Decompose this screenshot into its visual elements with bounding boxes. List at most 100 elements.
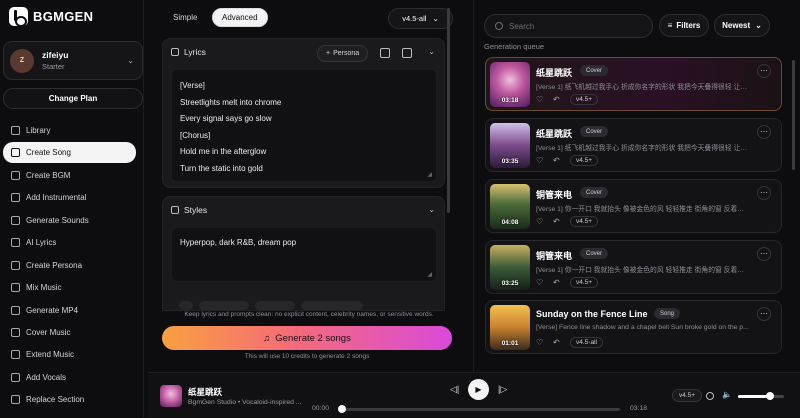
more-options-icon[interactable]: ⋯ [757,247,771,261]
loop-icon[interactable] [706,392,714,400]
model-select[interactable]: v4.5-all ⌄ [388,8,453,29]
song-title[interactable]: Sunday on the Fence Line [536,309,648,319]
time-current: 00:00 [312,405,330,412]
sidebar-item-cover-music[interactable]: Cover Music [3,322,136,343]
previous-track-icon[interactable]: ◁| [450,384,459,395]
composer-scrollbar[interactable] [447,8,450,213]
resize-handle-icon[interactable]: ◢ [427,271,432,278]
sidebar-item-label: Extend Music [26,350,75,360]
heart-icon[interactable]: ♡ [536,156,544,165]
more-options-icon[interactable]: ⋯ [757,186,771,200]
sidebar-item-extend-music[interactable]: Extend Music [3,344,136,365]
sidebar-item-label: Create Persona [26,260,83,270]
player-title[interactable]: 纸星跳跃 [188,386,222,398]
microphone-icon [11,238,20,248]
volume-icon[interactable]: 🔈 [722,390,732,399]
chevron-down-icon[interactable]: ⌄ [428,47,435,56]
share-icon[interactable]: ↶ [553,156,561,165]
sidebar-item-label: Generate Sounds [26,215,89,225]
song-card[interactable]: 03:25 铜管来电 Cover [Verse 1] 你一开口 我就抬头 像被金… [485,240,782,294]
player-subtitle: BgmGen Studio • Vocaloid-inspired ... [188,399,302,406]
music-note-icon [11,283,20,293]
generate-button[interactable]: ♫ Generate 2 songs [162,326,452,350]
song-thumbnail[interactable]: 01:01 [490,305,530,350]
sidebar-item-create-song[interactable]: Create Song [3,142,136,164]
sidebar-item-generate-mp4[interactable]: Generate MP4 [3,300,136,321]
tab-advanced[interactable]: Advanced [212,8,268,27]
song-title[interactable]: 纸星跳跃 [536,66,572,79]
instrument-icon [11,193,20,203]
chevron-down-icon[interactable]: ⌄ [428,205,435,214]
heart-icon[interactable]: ♡ [536,95,544,104]
vocals-icon [11,372,20,382]
version-pill: v4.5-all [570,337,603,348]
sidebar-item-mix-music[interactable]: Mix Music [3,277,136,298]
song-title[interactable]: 纸星跳跃 [536,127,572,140]
sidebar-item-library[interactable]: Library [3,120,136,141]
style-chip[interactable] [179,301,193,310]
filter-icon: ≡ [667,21,673,30]
waveform-icon [11,327,20,337]
change-plan-button[interactable]: Change Plan [3,88,143,109]
disc-icon [11,170,20,180]
song-card[interactable]: 03:35 纸星跳跃 Cover [Verse 1] 纸飞机越过我手心 折成你名… [485,118,782,172]
sidebar-item-label: Cover Music [26,327,71,337]
heart-icon[interactable]: ♡ [536,278,544,287]
filters-button[interactable]: ≡ Filters [659,14,709,37]
progress-knob[interactable] [338,405,346,413]
more-options-icon[interactable]: ⋯ [757,307,771,321]
style-chip[interactable] [301,301,363,310]
sidebar-item-ai-lyrics[interactable]: AI Lyrics [3,232,136,253]
song-card[interactable]: 03:18 纸星跳跃 Cover [Verse 1] 纸飞机越过我手心 折成你名… [485,57,782,111]
more-options-icon[interactable]: ⋯ [757,64,771,78]
share-icon[interactable]: ↶ [553,338,561,347]
heart-icon[interactable]: ♡ [536,217,544,226]
progress-track[interactable] [340,408,620,411]
song-thumbnail[interactable]: 03:25 [490,245,530,290]
player-thumbnail[interactable] [160,385,182,407]
edit-icon[interactable] [380,48,390,58]
sidebar-item-create-bgm[interactable]: Create BGM [3,165,136,186]
app-logo[interactable]: BGMGEN [9,7,93,27]
sidebar-item-generate-sounds[interactable]: Generate Sounds [3,210,136,231]
play-button[interactable]: ▶ [468,379,489,400]
share-icon[interactable]: ↶ [553,217,561,226]
link-icon[interactable] [402,48,412,58]
sidebar-item-replace-section[interactable]: Replace Section [3,389,136,410]
volume-knob[interactable] [766,392,775,400]
style-chip[interactable] [255,301,295,310]
player-version-pill[interactable]: v4.5+ [672,389,703,402]
more-options-icon[interactable]: ⋯ [757,125,771,139]
content-hint: Keep lyrics and prompts clean: no explic… [184,311,434,318]
lyrics-header[interactable]: Lyrics [171,47,206,57]
song-card[interactable]: 04:08 铜管来电 Cover [Verse 1] 你一开口 我就抬头 像被金… [485,179,782,233]
resize-handle-icon[interactable]: ◢ [427,171,432,178]
share-icon[interactable]: ↶ [553,95,561,104]
song-title[interactable]: 铜管来电 [536,249,572,262]
song-title[interactable]: 铜管来电 [536,188,572,201]
sidebar-item-label: Mix Music [26,283,62,293]
version-pill: v4.5+ [570,155,599,166]
style-chip[interactable] [199,301,249,310]
user-account-switcher[interactable]: Z zifeiyu Starter ⌄ [3,41,143,80]
tab-simple[interactable]: Simple [164,8,206,27]
share-icon[interactable]: ↶ [553,278,561,287]
sidebar-item-add-vocals[interactable]: Add Vocals [3,367,136,388]
song-thumbnail[interactable]: 04:08 [490,184,530,229]
song-thumbnail[interactable]: 03:18 [490,62,530,107]
next-track-icon[interactable]: |▷ [498,384,507,395]
persona-button[interactable]: + Persona [317,45,369,62]
song-thumbnail[interactable]: 03:35 [490,123,530,168]
sidebar-item-create-persona[interactable]: Create Persona [3,255,136,276]
style-suggestion-chips [179,301,363,310]
queue-scrollbar[interactable] [792,60,795,170]
styles-header[interactable]: Styles [171,205,207,215]
heart-icon[interactable]: ♡ [536,338,544,347]
sidebar-item-add-instrumental[interactable]: Add Instrumental [3,187,136,208]
sound-wave-icon [11,215,20,225]
lyrics-input[interactable]: [Verse] Streetlights melt into chrome Ev… [171,69,437,182]
sort-select[interactable]: Newest ⌄ [714,14,770,37]
styles-input[interactable]: Hyperpop, dark R&B, dream pop ◢ [171,227,437,282]
song-card[interactable]: 01:01 Sunday on the Fence Line Song [Ver… [485,300,782,354]
search-input[interactable]: Search [484,14,653,38]
